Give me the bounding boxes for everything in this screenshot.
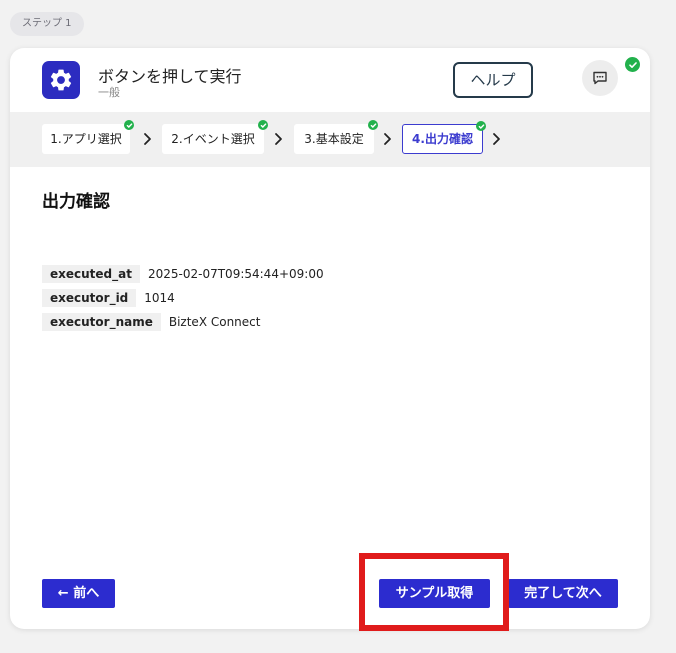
output-row: executor_name BizteX Connect: [42, 313, 260, 331]
output-key: executor_id: [42, 289, 137, 307]
step-complete-check-icon: [625, 57, 640, 72]
section-title: 出力確認: [42, 192, 110, 212]
step-tab-label: 4.出力確認: [412, 132, 473, 146]
step-tab-label: 1.アプリ選択: [50, 132, 122, 146]
step-tab-label: 3.基本設定: [304, 132, 364, 146]
step-tab-output-check[interactable]: 4.出力確認: [402, 121, 486, 154]
step-card: ボタンを押して実行 一般 ヘルプ 1.アプリ選択 2.イベント選択 3.基本設定…: [10, 48, 650, 629]
output-value: BizteX Connect: [168, 315, 261, 329]
app-category: 一般: [98, 86, 120, 99]
chevron-right-icon: [384, 133, 391, 145]
output-key: executor_name: [42, 313, 161, 331]
output-row: executed_at 2025-02-07T09:54:44+09:00: [42, 265, 324, 283]
output-key: executed_at: [42, 265, 140, 283]
check-icon: [476, 121, 486, 131]
step-tab-app-select[interactable]: 1.アプリ選択: [42, 120, 134, 154]
step-tab-basic-settings[interactable]: 3.基本設定: [294, 120, 378, 154]
step-tab-event-select[interactable]: 2.イベント選択: [162, 120, 268, 154]
back-button[interactable]: ← 前へ: [42, 579, 115, 608]
comment-icon: [593, 71, 607, 85]
gear-icon: [50, 69, 72, 91]
step-badge: ステップ 1: [10, 12, 84, 36]
chevron-right-icon: [144, 133, 151, 145]
chevron-right-icon: [275, 133, 282, 145]
highlight-box: [359, 553, 509, 631]
help-button[interactable]: ヘルプ: [453, 62, 533, 98]
output-row: executor_id 1014: [42, 289, 175, 307]
complete-next-button[interactable]: 完了して次へ: [508, 579, 618, 608]
output-value: 2025-02-07T09:54:44+09:00: [147, 267, 324, 281]
output-value: 1014: [144, 291, 175, 305]
step-tab-label: 2.イベント選択: [171, 132, 255, 146]
check-icon: [368, 120, 378, 130]
check-icon: [258, 120, 268, 130]
comment-button[interactable]: [582, 60, 618, 96]
stepper: 1.アプリ選択 2.イベント選択 3.基本設定 4.出力確認: [10, 112, 650, 167]
chevron-right-icon: [493, 133, 500, 145]
check-icon: [124, 120, 134, 130]
app-icon: [42, 61, 80, 99]
